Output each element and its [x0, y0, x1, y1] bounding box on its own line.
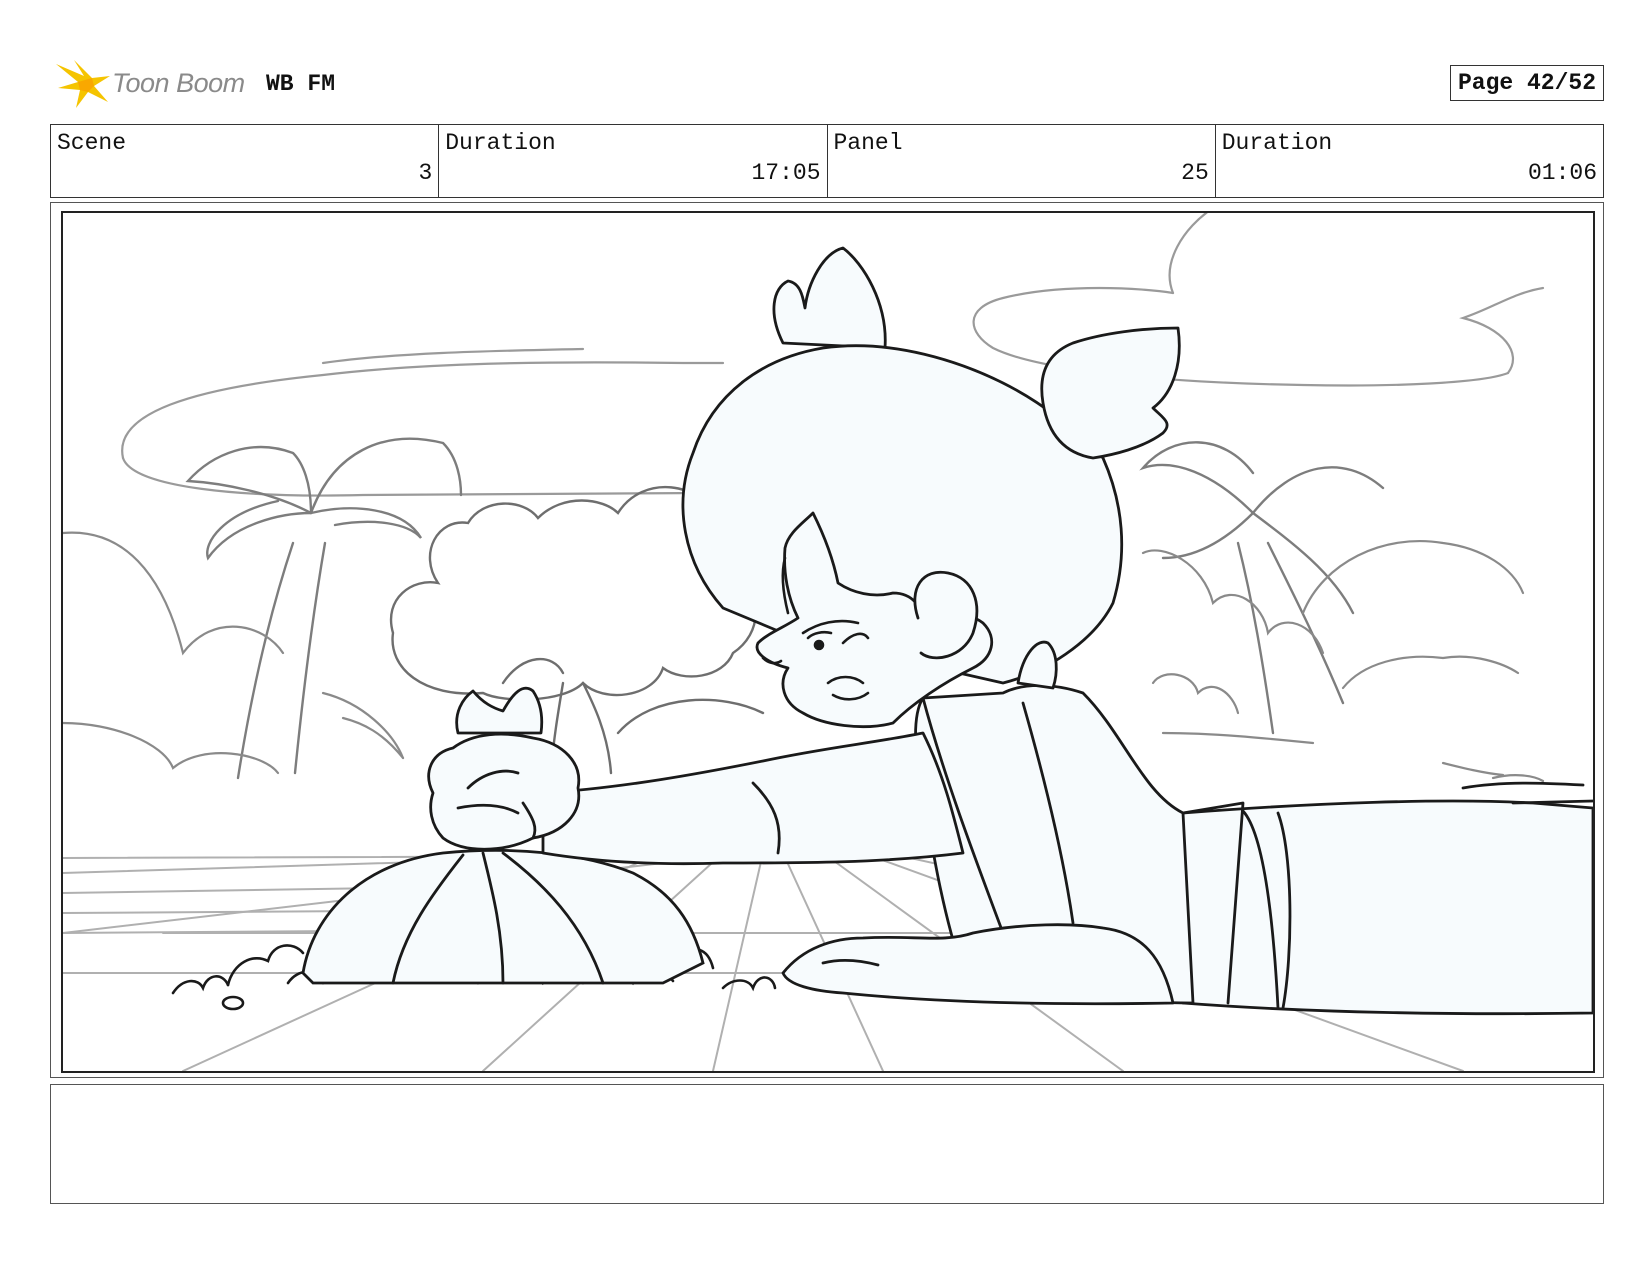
- panel-value: 25: [1181, 160, 1209, 186]
- panel-duration-value: 01:06: [1527, 160, 1597, 186]
- scene-duration-cell: Duration 17:05: [438, 125, 826, 197]
- toon-boom-star-icon: [56, 60, 110, 108]
- storyboard-sketch: [63, 213, 1593, 1071]
- scene-info-table: Scene 3 Duration 17:05 Panel 25 Duration…: [50, 124, 1604, 198]
- project-name: WB FM: [266, 71, 336, 97]
- panel-frame: [50, 202, 1604, 1078]
- page-indicator: Page 42/52: [1449, 65, 1604, 101]
- scene-cell: Scene 3: [51, 125, 438, 197]
- panel-duration-cell: Duration 01:06: [1214, 125, 1603, 197]
- panel-label: Panel: [833, 130, 903, 156]
- storyboard-header: Toon Boom WB FM Page 42/52: [50, 56, 1604, 112]
- scene-value: 3: [418, 160, 433, 186]
- panel-drawing: [61, 211, 1595, 1073]
- panel-duration-label: Duration: [1221, 130, 1333, 156]
- panel-cell: Panel 25: [826, 125, 1215, 197]
- logo-wordmark: Toon Boom: [112, 68, 245, 98]
- scene-label: Scene: [57, 130, 127, 156]
- panel-notes: [50, 1084, 1604, 1204]
- scene-duration-value: 17:05: [751, 160, 821, 186]
- scene-duration-label: Duration: [445, 130, 556, 156]
- toon-boom-logo: Toon Boom: [54, 58, 250, 110]
